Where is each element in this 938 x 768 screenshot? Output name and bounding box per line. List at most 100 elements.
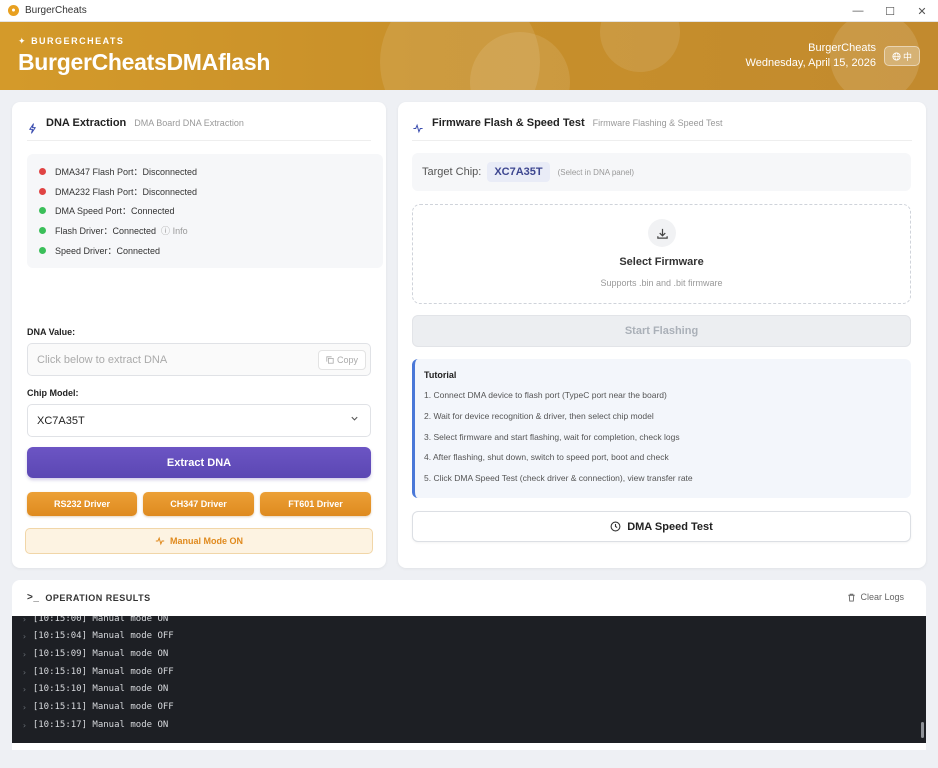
dna-value-label: DNA Value: [27,327,76,337]
dna-panel-subtitle: DMA Board DNA Extraction [134,118,244,128]
log-line: › [10:15:09] Manual mode ON [22,647,168,661]
dma-speed-test-button[interactable]: DMA Speed Test [412,511,911,542]
console-scrollbar[interactable] [921,722,924,738]
info-icon: ⓘ [161,226,171,237]
chevron-right-icon: › [22,616,27,624]
maximize-button[interactable]: ☐ [874,0,906,22]
status-dot-green [39,227,46,235]
copy-icon [326,356,334,364]
status-label: DMA347 Flash Port：Disconnected [55,167,198,178]
select-firmware-title: Select Firmware [619,256,704,268]
status-row-speed-port: DMA Speed Port：Connected [39,201,383,221]
chevron-right-icon: › [22,631,27,641]
decorative-circle [600,22,680,72]
speed-test-label: DMA Speed Test [627,520,713,533]
log-line: › [10:15:10] Manual mode OFF [22,665,174,679]
language-toggle-button[interactable]: 中 [884,46,920,66]
download-icon [648,219,676,247]
status-label: DMA Speed Port：Connected [55,206,175,217]
copy-dna-button[interactable]: Copy [318,350,366,370]
extract-dna-button[interactable]: Extract DNA [27,447,371,478]
ft601-driver-button[interactable]: FT601 Driver [260,492,371,516]
clock-icon [610,521,621,532]
ch347-driver-button[interactable]: CH347 Driver [143,492,254,516]
trash-icon [848,593,856,602]
log-text: [10:15:17] Manual mode ON [32,720,169,730]
clear-logs-label: Clear Logs [860,592,904,602]
flash-panel-title: Firmware Flash & Speed Test [432,117,585,129]
sparkle-icon: ✦ [18,36,28,46]
log-line: › [10:15:10] Manual mode ON [22,682,168,696]
status-dot-red [39,168,46,176]
status-row-dma347: DMA347 Flash Port：Disconnected [39,162,383,182]
status-row-dma232: DMA232 Flash Port：Disconnected [39,182,383,202]
manual-mode-button[interactable]: Manual Mode ON [25,528,373,554]
activity-icon [413,123,423,134]
language-label: 中 [902,51,912,62]
status-dot-red [39,187,46,195]
app-logo-icon: ● [8,5,19,16]
chevron-right-icon: › [22,702,27,712]
log-line: › [10:15:04] Manual mode OFF [22,629,174,643]
log-text: [10:15:10] Manual mode OFF [32,667,174,677]
select-firmware-subtitle: Supports .bin and .bit firmware [600,278,723,288]
header-banner: ✦ BURGERCHEATS BurgerCheatsDMAflash Burg… [0,22,938,90]
chevron-right-icon: › [22,720,27,730]
tutorial-step: 1. Connect DMA device to flash port (Typ… [424,390,667,400]
chevron-right-icon: › [22,684,27,694]
chip-model-select[interactable]: XC7A35T [27,404,371,437]
dna-value-field[interactable]: Click below to extract DNA Copy [27,343,371,376]
log-console[interactable]: › [10:15:00] Manual mode ON › [10:15:04] M… [12,616,926,743]
dna-panel-header: DNA Extraction DMA Board DNA Extraction [27,117,371,141]
target-chip-label: Target Chip: [422,166,482,178]
tutorial-step: 2. Wait for device recognition & driver,… [424,410,654,421]
tutorial-step: 4. After flashing, shut down, switch to … [424,452,669,463]
clear-logs-button[interactable]: Clear Logs [847,592,904,602]
status-row-speed-driver: Speed Driver：Connected [39,240,383,260]
log-line: › [10:15:17] Manual mode ON [22,718,168,732]
dna-placeholder: Click below to extract DNA [37,353,168,366]
results-header: >_ OPERATION RESULTS [27,592,151,603]
chip-model-value: XC7A35T [37,414,85,427]
results-title: OPERATION RESULTS [45,592,151,603]
chevron-right-icon: › [22,649,27,659]
copy-label: Copy [336,355,358,365]
chip-model-label: Chip Model: [27,388,79,398]
target-chip-badge: XC7A35T [487,162,550,182]
driver-info-link[interactable]: ⓘ Info [161,224,188,237]
window-titlebar: ● BurgerCheats — ☐ ✕ [0,0,938,22]
start-flashing-button[interactable]: Start Flashing [412,315,911,347]
lightning-icon [29,123,36,134]
target-chip-box: Target Chip: XC7A35T (Select in DNA pane… [412,153,911,191]
minimize-button[interactable]: — [842,0,874,22]
manual-mode-label: Manual Mode ON [169,536,243,546]
rs232-driver-button[interactable]: RS232 Driver [27,492,137,516]
log-text: [10:15:11] Manual mode OFF [32,702,174,712]
operation-results-panel: >_ OPERATION RESULTS Clear Logs › [10:15:… [12,580,926,750]
current-date: Wednesday, April 15, 2026 [745,57,876,69]
globe-icon [892,51,901,61]
log-text: [10:15:09] Manual mode ON [32,649,169,659]
dna-extraction-panel: DNA Extraction DMA Board DNA Extraction … [12,102,386,568]
activity-icon [155,536,165,546]
firmware-flash-panel: Firmware Flash & Speed Test Firmware Fla… [398,102,926,568]
status-label: Flash Driver：Connected [55,226,157,237]
window-controls: — ☐ ✕ [842,0,938,22]
user-name: BurgerCheats [808,42,876,54]
dna-panel-title: DNA Extraction [46,117,127,129]
status-label: DMA232 Flash Port：Disconnected [55,186,198,197]
status-dot-green [39,207,46,215]
chevron-down-icon [350,414,359,425]
close-button[interactable]: ✕ [906,0,938,22]
brand-tagline: ✦ BURGERCHEATS [18,36,124,47]
terminal-icon: >_ [27,592,40,603]
tutorial-step: 5. Click DMA Speed Test (check driver & … [424,473,693,484]
firmware-drop-zone[interactable]: Select Firmware Supports .bin and .bit f… [412,204,911,304]
info-label: Info [172,226,188,237]
flash-panel-subtitle: Firmware Flashing & Speed Test [592,118,723,128]
log-text: [10:15:00] Manual mode ON [32,616,169,624]
status-row-flash-driver: Flash Driver：Connected ⓘ Info [39,221,383,241]
log-text: [10:15:04] Manual mode OFF [32,631,174,641]
log-line: › [10:15:00] Manual mode ON [22,616,168,626]
flash-panel-header: Firmware Flash & Speed Test Firmware Fla… [412,117,912,141]
